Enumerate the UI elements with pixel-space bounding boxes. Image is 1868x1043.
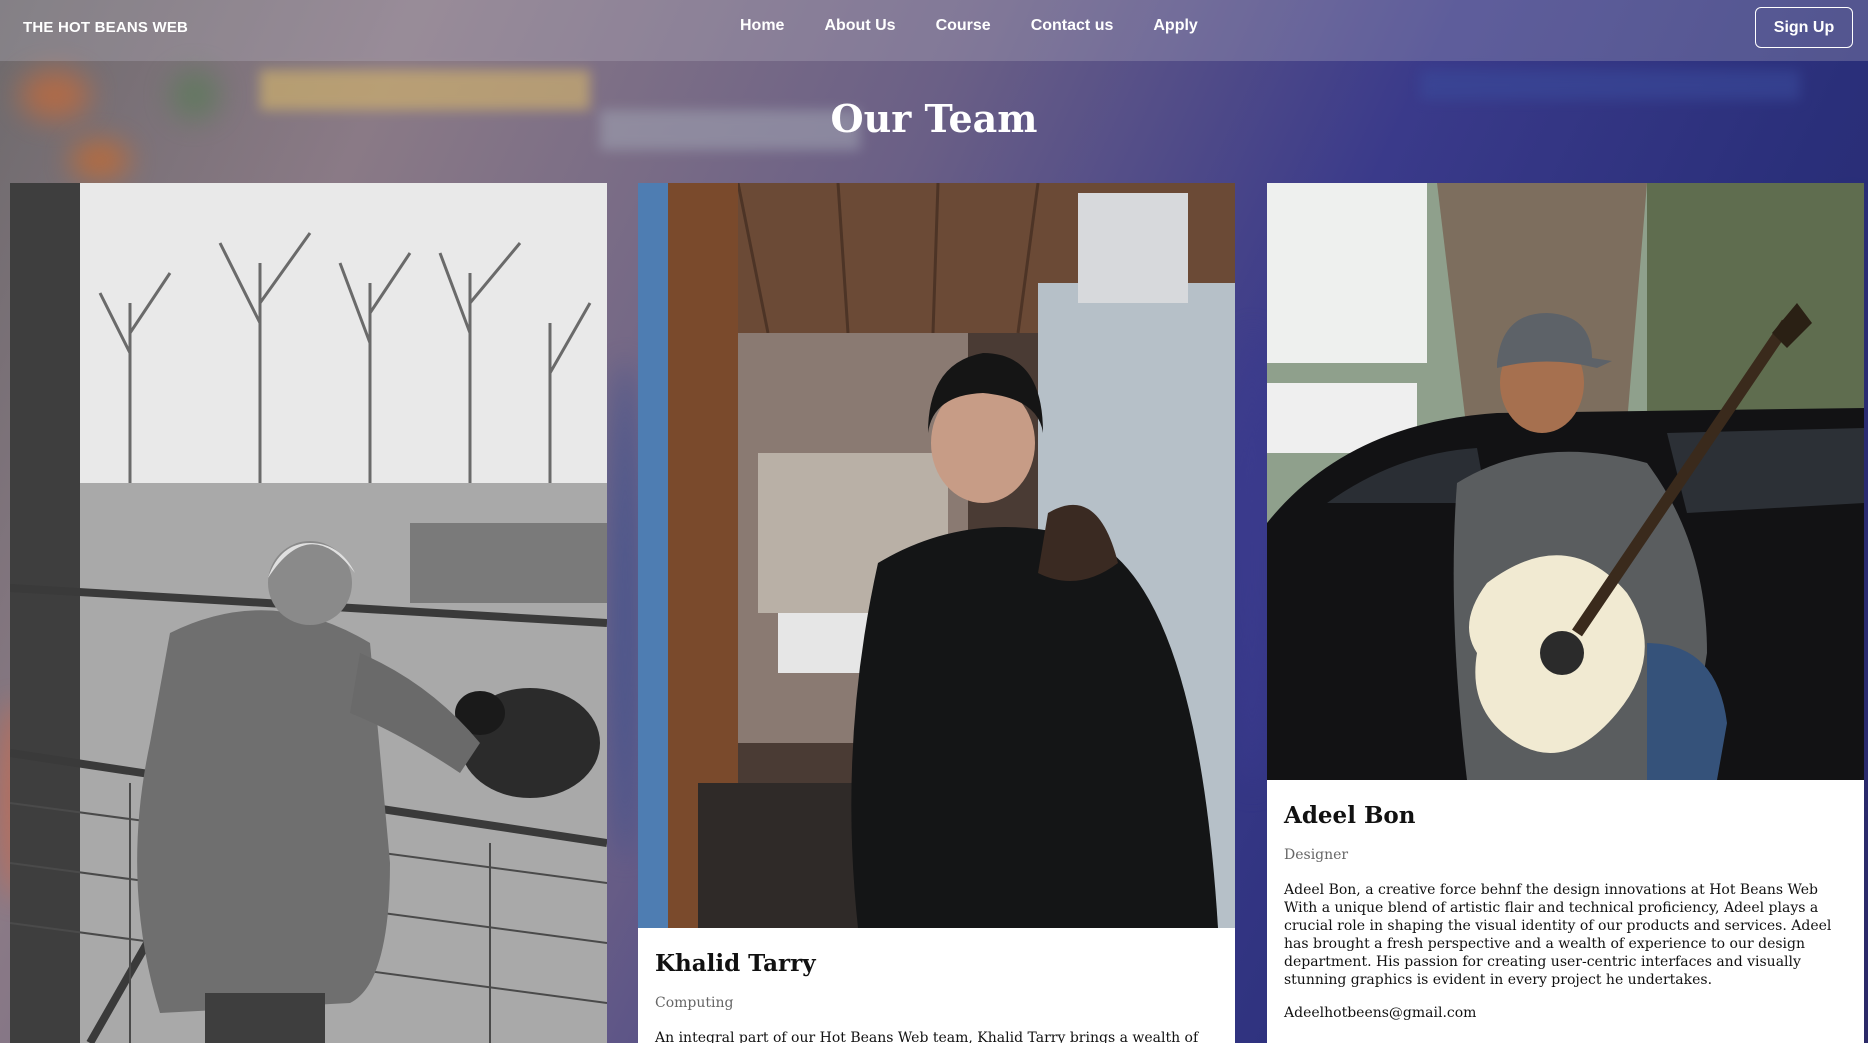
nav-link-course[interactable]: Course	[936, 17, 991, 35]
nav-link-home[interactable]: Home	[740, 17, 784, 35]
sign-up-button[interactable]: Sign Up	[1755, 7, 1853, 48]
team-card: Adeel Bon Designer Adeel Bon, a creative…	[1267, 183, 1864, 1043]
team-member-name: Khalid Tarry	[655, 950, 816, 977]
team-member-photo	[10, 183, 607, 1043]
team-card-body: Khalid Tarry Computing An integral part …	[638, 928, 1235, 1043]
team-card	[10, 183, 607, 1043]
main-menu: Home About Us Course Contact us Apply	[740, 17, 1198, 35]
nav-link-about-us[interactable]: About Us	[824, 17, 895, 35]
team-card-body: Adeel Bon Designer Adeel Bon, a creative…	[1267, 780, 1864, 1021]
team-card: Khalid Tarry Computing An integral part …	[638, 183, 1235, 1043]
page-title: Our Team	[830, 96, 1038, 141]
team-member-role: Computing	[655, 995, 734, 1011]
team-member-photo	[638, 183, 1235, 928]
nav-link-apply[interactable]: Apply	[1153, 17, 1197, 35]
team-member-name: Adeel Bon	[1284, 802, 1416, 829]
team-member-email[interactable]: Adeelhotbeens@gmail.com	[1284, 1005, 1847, 1021]
nav-link-contact-us[interactable]: Contact us	[1031, 17, 1114, 35]
team-member-bio: Adeel Bon, a creative force behnf the de…	[1284, 882, 1832, 988]
team-member-role: Designer	[1284, 847, 1349, 863]
brand-logo-text[interactable]: THE HOT BEANS WEB	[23, 19, 188, 36]
top-navbar: THE HOT BEANS WEB Home About Us Course C…	[0, 0, 1868, 61]
team-member-bio: An integral part of our Hot Beans Web te…	[655, 1030, 1199, 1043]
team-member-photo	[1267, 183, 1864, 780]
